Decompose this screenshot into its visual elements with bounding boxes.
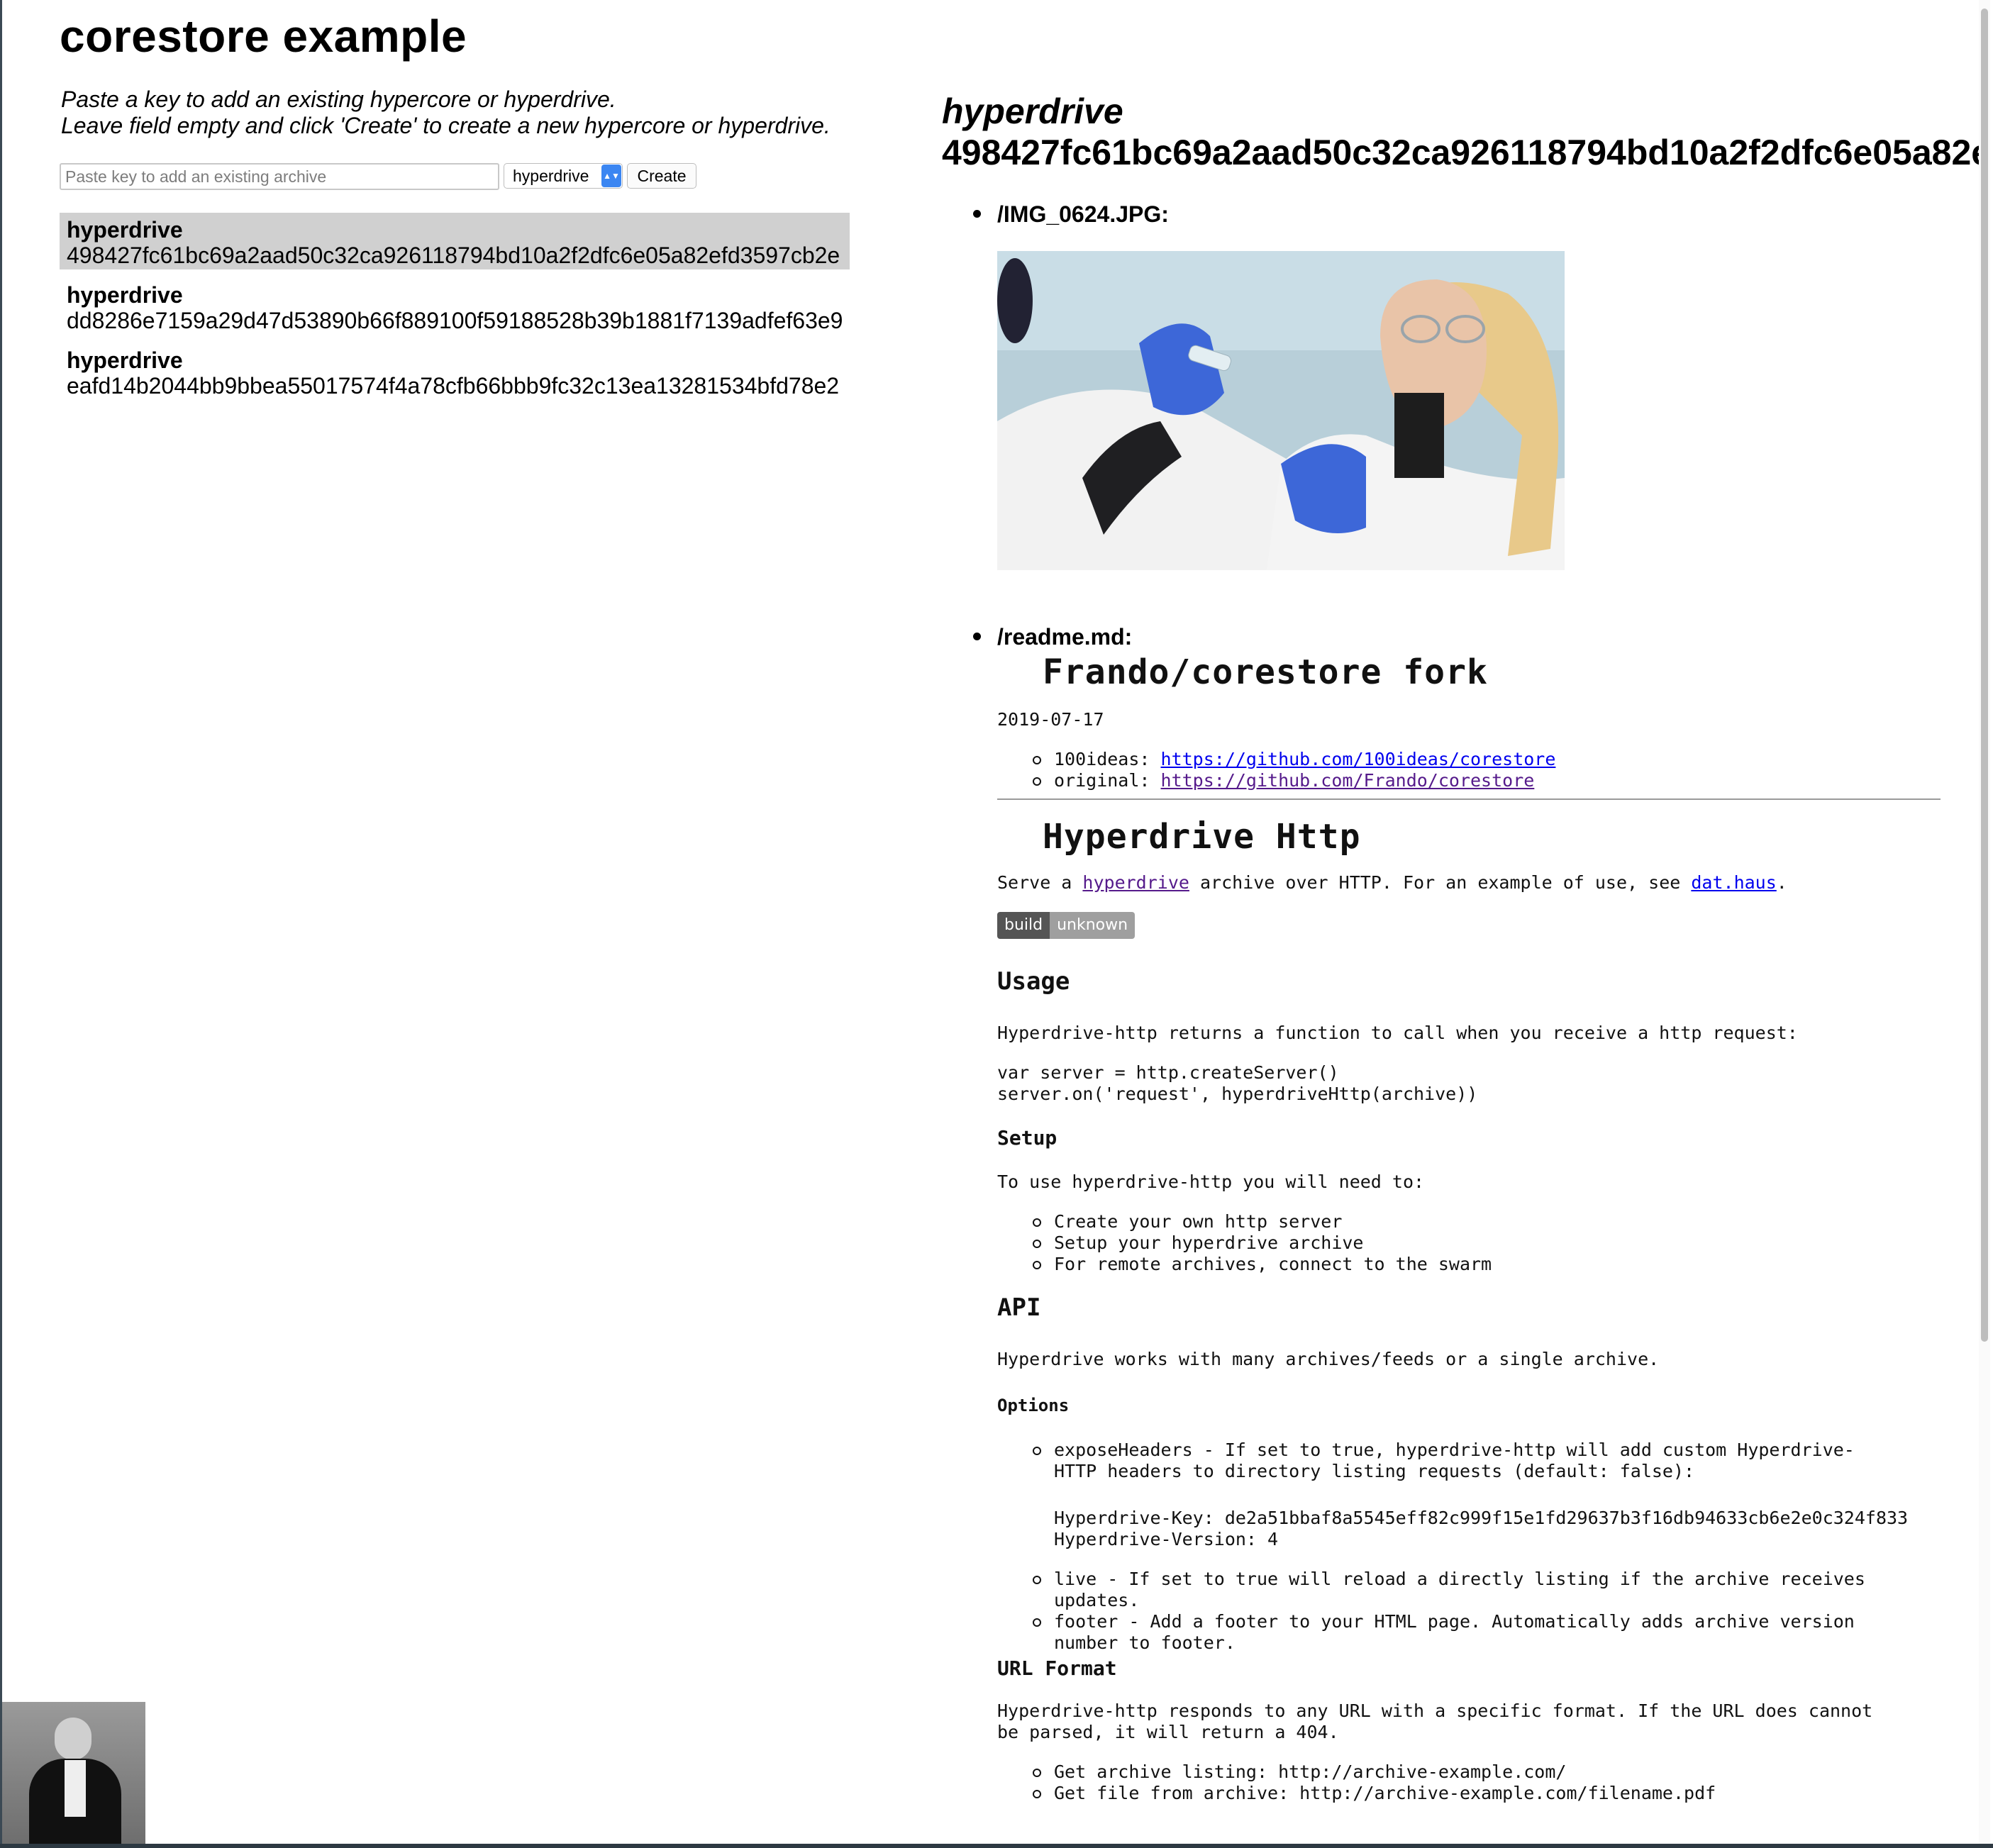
- text: updates.: [1054, 1590, 1140, 1610]
- text: HTTP headers to directory listing reques…: [1054, 1461, 1695, 1481]
- instructions-line-2: Leave field empty and click 'Create' to …: [61, 113, 831, 138]
- section-heading: Setup: [997, 1126, 1057, 1150]
- text: .: [1776, 872, 1787, 893]
- archive-type: hyperdrive: [67, 217, 183, 243]
- drive-panel: hyperdrive 498427fc61bc69a2aad50c32ca926…: [942, 0, 1984, 1844]
- paragraph: Hyperdrive-http responds to any URL with…: [997, 1701, 1873, 1721]
- list-item: 100ideas: https://github.com/100ideas/co…: [1032, 749, 1556, 770]
- link-label: original:: [1054, 770, 1161, 791]
- window-edge: [0, 0, 2, 1848]
- code-line: Hyperdrive-Key: de2a51bbaf8a5545eff82c99…: [1054, 1508, 1909, 1528]
- select-arrows-icon: ▲▼: [601, 165, 621, 187]
- list-item: live - If set to true will reload a dire…: [1033, 1569, 1865, 1611]
- archive-key: 498427fc61bc69a2aad50c32ca926118794bd10a…: [67, 243, 840, 268]
- key-input[interactable]: [60, 163, 499, 190]
- paragraph: be parsed, it will return a 404.: [997, 1722, 1339, 1742]
- archive-type: hyperdrive: [67, 282, 183, 308]
- scrollbar-thumb[interactable]: [1981, 9, 1988, 1342]
- link-label: 100ideas:: [1054, 749, 1161, 769]
- photo-illustration: [997, 251, 1565, 570]
- page-title: corestore example: [60, 11, 467, 62]
- paragraph: Serve a hyperdrive archive over HTTP. Fo…: [997, 872, 1787, 894]
- list-item: footer - Add a footer to your HTML page.…: [1033, 1611, 1855, 1654]
- paragraph: To use hyperdrive-http you will need to:: [997, 1171, 1425, 1192]
- badge-label: build: [997, 912, 1050, 939]
- divider: [997, 798, 1941, 800]
- archive-item[interactable]: hyperdrive eafd14b2044bb9bbea55017574f4a…: [60, 343, 850, 400]
- list-item: For remote archives, connect to the swar…: [1032, 1254, 1492, 1274]
- code-line: server.on('request', hyperdriveHttp(arch…: [997, 1084, 1478, 1104]
- badge-status: unknown: [1050, 912, 1136, 939]
- list-item: Setup your hyperdrive archive: [1033, 1232, 1364, 1253]
- window-edge-bottom: [0, 1844, 1993, 1848]
- list-item: original: https://github.com/Frando/core…: [1032, 770, 1535, 791]
- text: Serve a: [997, 872, 1083, 893]
- readme-title: Frando/corestore fork: [1043, 652, 1488, 692]
- section-heading: Usage: [997, 967, 1070, 996]
- archive-key: eafd14b2044bb9bbea55017574f4a78cfb66bbb9…: [67, 373, 840, 399]
- build-badge[interactable]: build unknown: [997, 912, 1136, 939]
- code-line: var server = http.createServer(): [997, 1062, 1339, 1083]
- file-entry-image: /IMG_0624.JPG:: [973, 201, 1169, 227]
- text: archive over HTTP. For an example of use…: [1189, 872, 1692, 893]
- add-archive-form: hyperdrive ▲▼ Create: [60, 163, 696, 191]
- text: footer - Add a footer to your HTML page.…: [1054, 1611, 1855, 1632]
- text: live - If set to true will reload a dire…: [1054, 1569, 1865, 1589]
- file-entry-readme: /readme.md:: [972, 624, 1133, 650]
- paragraph: Hyperdrive works with many archives/feed…: [997, 1349, 1660, 1369]
- text: number to footer.: [1054, 1632, 1236, 1653]
- archive-item[interactable]: hyperdrive 498427fc61bc69a2aad50c32ca926…: [60, 213, 850, 269]
- link-dat-haus[interactable]: dat.haus: [1691, 872, 1776, 893]
- archive-item[interactable]: hyperdrive dd8286e7159a29d47d53890b66f88…: [60, 278, 850, 335]
- user-avatar-image: [2, 1702, 145, 1844]
- type-select[interactable]: hyperdrive ▲▼: [504, 163, 623, 189]
- text: exposeHeaders - If set to true, hyperdri…: [1054, 1440, 1855, 1460]
- drive-key: 498427fc61bc69a2aad50c32ca926118794bd10a…: [942, 133, 1984, 172]
- archive-list: hyperdrive 498427fc61bc69a2aad50c32ca926…: [60, 213, 850, 408]
- create-button[interactable]: Create: [627, 163, 696, 189]
- archive-type: hyperdrive: [67, 347, 183, 373]
- section-heading: Hyperdrive Http: [1043, 817, 1361, 857]
- avatar-head: [55, 1718, 91, 1760]
- archive-key: dd8286e7159a29d47d53890b66f889100f591885…: [67, 308, 843, 333]
- paragraph: Hyperdrive-http returns a function to ca…: [997, 1023, 1798, 1043]
- section-heading: URL Format: [997, 1657, 1117, 1680]
- link-hyperdrive[interactable]: hyperdrive: [1082, 872, 1189, 893]
- avatar-shirt: [65, 1760, 86, 1817]
- link-original[interactable]: https://github.com/Frando/corestore: [1161, 770, 1535, 791]
- code-line: Hyperdrive-Version: 4: [1054, 1529, 1279, 1549]
- type-select-value: hyperdrive: [513, 166, 589, 185]
- link-100ideas[interactable]: https://github.com/100ideas/corestore: [1161, 749, 1556, 769]
- file-preview-photo: [997, 251, 1565, 570]
- section-heading: API: [997, 1293, 1041, 1322]
- drive-type: hyperdrive: [942, 91, 1123, 131]
- readme-date: 2019-07-17: [997, 709, 1104, 730]
- list-item: Get archive listing: http://archive-exam…: [1032, 1761, 1567, 1782]
- instructions: Paste a key to add an existing hypercore…: [61, 87, 831, 139]
- list-item: Get file from archive: http://archive-ex…: [1032, 1783, 1716, 1803]
- list-item: exposeHeaders - If set to true, hyperdri…: [1033, 1440, 1855, 1482]
- list-item: Create your own http server: [1032, 1211, 1343, 1232]
- page-scrollbar[interactable]: [1979, 0, 1990, 1844]
- instructions-line-1: Paste a key to add an existing hypercore…: [61, 87, 616, 112]
- section-heading: Options: [997, 1396, 1070, 1415]
